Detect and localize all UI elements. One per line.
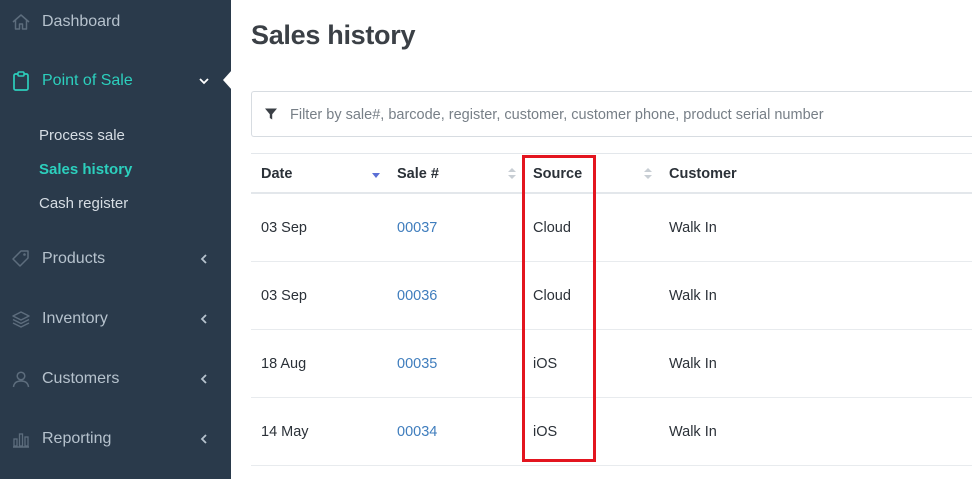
sort-icon[interactable] — [508, 167, 516, 181]
cell-source: iOS — [533, 356, 558, 372]
chevron-down-icon[interactable] — [198, 75, 210, 87]
bar-chart-icon — [10, 428, 32, 450]
sort-icon[interactable] — [644, 167, 652, 181]
cell-date: 18 Aug — [261, 356, 307, 372]
table-row[interactable]: 14 May 00034 iOS Walk In — [251, 398, 972, 466]
sidebar-item-point-of-sale[interactable]: Point of Sale — [0, 61, 231, 101]
filter-bar — [251, 91, 972, 137]
cell-customer: Walk In — [669, 288, 717, 304]
chevron-left-icon[interactable] — [198, 253, 210, 265]
sidebar-item-dashboard[interactable]: Dashboard — [0, 2, 231, 42]
chevron-left-icon[interactable] — [198, 373, 210, 385]
layers-icon — [10, 308, 32, 330]
sidebar-item-label: Point of Sale — [42, 72, 133, 89]
table-row[interactable]: 18 Aug 00035 iOS Walk In — [251, 330, 972, 398]
sidebar-item-label: Reporting — [42, 430, 112, 447]
table-row[interactable]: 03 Sep 00036 Cloud Walk In — [251, 262, 972, 330]
sort-descending-icon[interactable] — [372, 167, 380, 181]
cell-customer: Walk In — [669, 356, 717, 372]
sidebar-subitem-sales-history[interactable]: Sales history — [39, 161, 132, 178]
filter-input[interactable] — [290, 102, 972, 128]
cell-customer: Walk In — [669, 220, 717, 236]
sidebar-item-products[interactable]: Products — [0, 239, 231, 279]
home-icon — [10, 11, 32, 33]
cell-source: Cloud — [533, 288, 571, 304]
column-header-source[interactable]: Source — [533, 166, 582, 182]
sidebar-item-reporting[interactable]: Reporting — [0, 419, 231, 459]
sale-number-link[interactable]: 00035 — [397, 356, 437, 372]
users-icon — [10, 368, 32, 390]
cell-source: iOS — [533, 424, 558, 440]
tag-icon — [10, 248, 32, 270]
table-header: Date Sale # Source Customer — [251, 153, 972, 194]
cell-date: 03 Sep — [261, 220, 307, 236]
chevron-left-icon[interactable] — [198, 433, 210, 445]
table-row[interactable]: 03 Sep 00037 Cloud Walk In — [251, 194, 972, 262]
sidebar-item-label: Dashboard — [42, 13, 121, 30]
chevron-left-icon[interactable] — [198, 313, 210, 325]
cell-date: 14 May — [261, 424, 309, 440]
column-header-date[interactable]: Date — [261, 166, 292, 182]
clipboard-icon — [10, 70, 32, 92]
filter-icon — [264, 107, 278, 121]
sidebar-subitem-cash-register[interactable]: Cash register — [39, 195, 128, 212]
sidebar-item-customers[interactable]: Customers — [0, 359, 231, 399]
main-content: Sales history Date Sale # Source Custome… — [231, 0, 972, 479]
column-header-customer[interactable]: Customer — [669, 166, 737, 182]
cell-customer: Walk In — [669, 424, 717, 440]
sidebar-item-label: Products — [42, 250, 106, 267]
sidebar-subitem-process-sale[interactable]: Process sale — [39, 127, 125, 144]
sidebar-item-inventory[interactable]: Inventory — [0, 299, 231, 339]
sale-number-link[interactable]: 00036 — [397, 288, 437, 304]
sidebar-item-label: Customers — [42, 370, 120, 387]
sidebar: Dashboard Point of Sale Process sale Sal… — [0, 0, 232, 479]
cell-source: Cloud — [533, 220, 571, 236]
cell-date: 03 Sep — [261, 288, 307, 304]
sale-number-link[interactable]: 00037 — [397, 220, 437, 236]
page-title: Sales history — [251, 20, 416, 50]
sidebar-item-label: Inventory — [42, 310, 108, 327]
sale-number-link[interactable]: 00034 — [397, 424, 437, 440]
column-header-sale[interactable]: Sale # — [397, 166, 439, 182]
